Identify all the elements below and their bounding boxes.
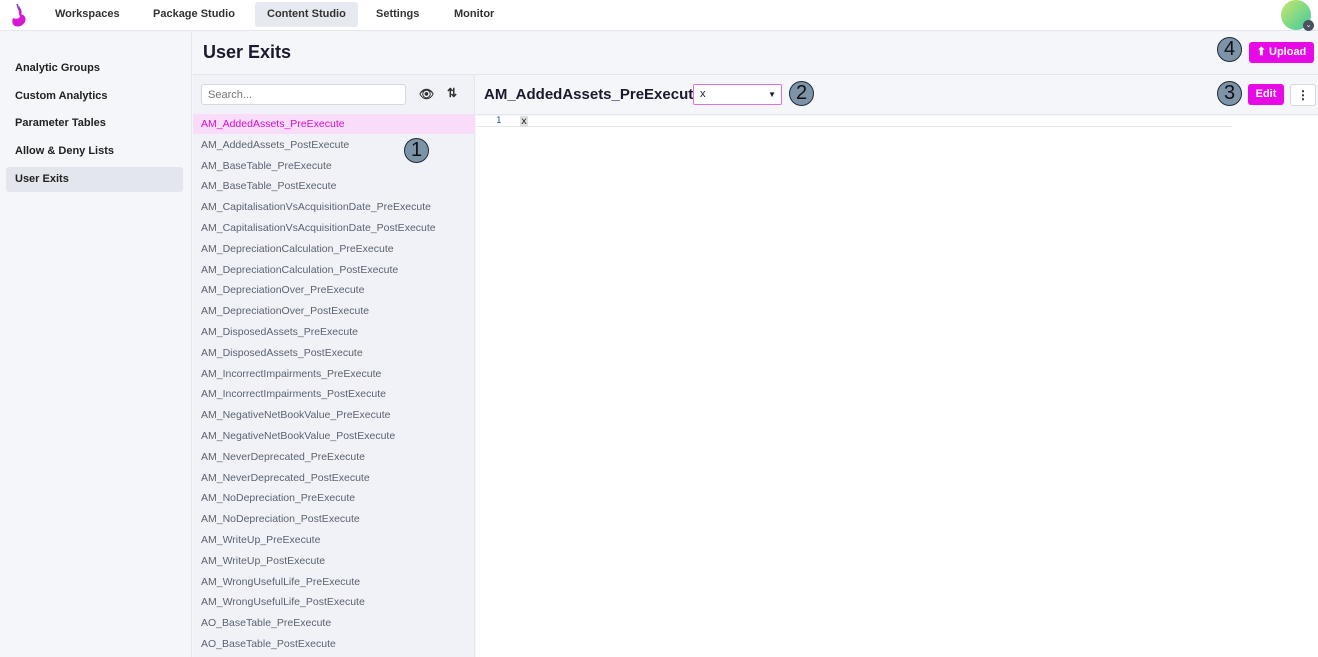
list-item[interactable]: AM_DepreciationCalculation_PreExecute xyxy=(193,239,475,259)
current-line-highlight xyxy=(476,116,1232,127)
eye-icon[interactable]: 👁 xyxy=(419,87,434,101)
code-line: x xyxy=(520,116,529,127)
callout-badge-3: 3 xyxy=(1217,81,1242,106)
list-item[interactable]: AM_DisposedAssets_PostExecute xyxy=(193,343,475,363)
list-item[interactable]: AM_DepreciationOver_PostExecute xyxy=(193,301,475,321)
list-item[interactable]: AM_NeverDeprecated_PreExecute xyxy=(193,447,475,467)
list-item[interactable]: AM_WriteUp_PostExecute xyxy=(193,551,475,571)
list-item[interactable]: AM_CapitalisationVsAcquisitionDate_PostE… xyxy=(193,218,475,238)
sidebar-item[interactable]: Analytic Groups xyxy=(6,56,183,81)
list-item[interactable]: AM_WrongUsefulLife_PostExecute xyxy=(193,592,475,612)
list-item[interactable]: AM_NegativeNetBookValue_PostExecute xyxy=(193,426,475,446)
sidebar-item[interactable]: Custom Analytics xyxy=(6,84,183,109)
list-item[interactable]: AM_AddedAssets_PostExecute xyxy=(193,135,475,155)
language-select-value: x xyxy=(700,88,706,100)
list-item[interactable]: AM_DisposedAssets_PreExecute xyxy=(193,322,475,342)
edit-button[interactable]: Edit xyxy=(1248,84,1284,105)
sidebar-item[interactable]: User Exits xyxy=(6,166,183,192)
code-editor[interactable]: 1 x xyxy=(476,116,1318,657)
list-item[interactable]: AM_NoDepreciation_PostExecute xyxy=(193,509,475,529)
nav-tab[interactable]: Content Studio xyxy=(255,2,358,27)
list-item[interactable]: AM_WrongUsefulLife_PreExecute xyxy=(193,572,475,592)
list-item[interactable]: AM_NoDepreciation_PreExecute xyxy=(193,488,475,508)
list-item[interactable]: AM_DepreciationOver_PreExecute xyxy=(193,280,475,300)
caret-down-icon: ▼ xyxy=(768,90,776,99)
list-item[interactable]: AM_NegativeNetBookValue_PreExecute xyxy=(193,405,475,425)
list-item[interactable]: AM_IncorrectImpairments_PreExecute xyxy=(193,364,475,384)
nav-tab[interactable]: Package Studio xyxy=(141,2,247,27)
nav-tab[interactable]: Monitor xyxy=(442,2,506,27)
list-item[interactable]: AM_AddedAssets_PreExecute xyxy=(193,114,475,134)
callout-badge-1: 1 xyxy=(404,138,429,163)
list-item[interactable]: AO_BaseTable_PostExecute xyxy=(193,634,475,654)
more-options-icon[interactable]: ⋮ xyxy=(1290,84,1316,106)
search-input[interactable] xyxy=(201,84,406,105)
callout-badge-4: 4 xyxy=(1217,37,1242,62)
list-item[interactable]: AO_BaseTable_PreExecute xyxy=(193,613,475,633)
page-title: User Exits xyxy=(203,42,292,62)
language-select[interactable]: x ▼ xyxy=(693,84,782,105)
list-item[interactable]: AM_CapitalisationVsAcquisitionDate_PreEx… xyxy=(193,197,475,217)
line-number: 1 xyxy=(496,116,502,126)
nav-tab[interactable]: Workspaces xyxy=(43,2,132,27)
upload-icon: ⬆ xyxy=(1256,46,1266,58)
callout-badge-2: 2 xyxy=(789,81,814,106)
nav-tab[interactable]: Settings xyxy=(364,2,431,27)
editor-title: AM_AddedAssets_PreExecute xyxy=(484,86,702,103)
app-logo-icon[interactable] xyxy=(9,4,29,28)
upload-button[interactable]: ⬆ Upload xyxy=(1249,42,1314,63)
list-item[interactable]: AM_DepreciationCalculation_PostExecute xyxy=(193,260,475,280)
sidebar-item[interactable]: Parameter Tables xyxy=(6,111,183,136)
upload-label: Upload xyxy=(1269,46,1307,58)
list-item[interactable]: AM_WriteUp_PreExecute xyxy=(193,530,475,550)
list-item[interactable]: AM_NeverDeprecated_PostExecute xyxy=(193,468,475,488)
list-item[interactable]: AM_BaseTable_PreExecute xyxy=(193,156,475,176)
list-item[interactable]: AM_IncorrectImpairments_PostExecute xyxy=(193,384,475,404)
list-item[interactable]: AM_BaseTable_PostExecute xyxy=(193,176,475,196)
sidebar-item[interactable]: Allow & Deny Lists xyxy=(6,139,183,164)
sort-icon[interactable]: ⇅ xyxy=(447,86,457,100)
chevron-down-icon[interactable]: ⌄ xyxy=(1303,20,1314,31)
user-exit-list-panel: 👁 ⇅ AM_AddedAssets_PreExecuteAM_AddedAss… xyxy=(193,75,475,657)
